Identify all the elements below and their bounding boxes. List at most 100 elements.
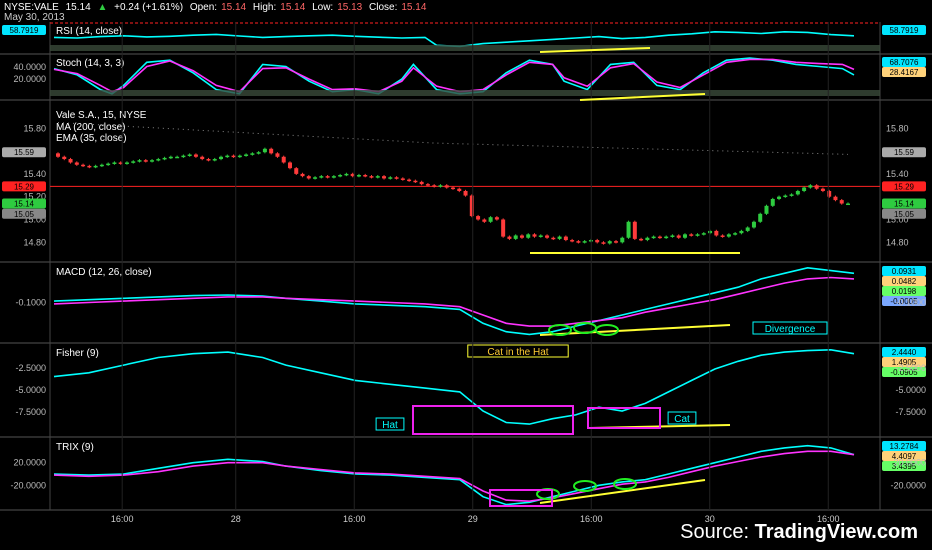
- candle-body: [545, 235, 550, 238]
- candle-body: [557, 236, 562, 239]
- candle-body: [287, 162, 292, 169]
- fisher-tick-label-right: -5.0000: [895, 385, 926, 395]
- stoch-title: Stoch (14, 3, 3): [56, 58, 124, 69]
- macd-title: MACD (12, 26, close): [56, 267, 152, 278]
- candle-body: [783, 195, 788, 198]
- candle-body: [494, 217, 499, 220]
- candle-body: [137, 160, 142, 162]
- rsi-band: [50, 45, 880, 51]
- candle-body: [720, 235, 725, 237]
- macd-right-badge: 0.0198: [892, 287, 917, 296]
- trix-tick-label-right: 20.0000: [893, 458, 926, 468]
- candle-body: [112, 162, 117, 164]
- annotation-label: Hat: [382, 420, 398, 431]
- candle-body: [538, 235, 543, 237]
- fisher-tick-label: -5.0000: [15, 385, 46, 395]
- candle-body: [81, 164, 86, 167]
- candle-body: [563, 236, 568, 241]
- open-label: Open:: [189, 2, 218, 13]
- candle-body: [639, 238, 644, 241]
- candle-body: [651, 236, 656, 239]
- chart-area: RSI (14, close) 58.7919 58.7919 Stoch (14, …: [0, 22, 932, 524]
- candle-body: [156, 159, 161, 161]
- price-tick-label: 15.80: [23, 123, 46, 133]
- candle-body: [432, 185, 437, 187]
- candle-body: [388, 177, 393, 179]
- candle-body: [519, 235, 524, 238]
- stoch-tick-label: 20.0000: [13, 74, 46, 84]
- candle-body: [131, 161, 136, 163]
- watermark: Source: TradingView.com: [680, 521, 918, 544]
- price-tick-label: 15.40: [23, 169, 46, 179]
- trix-series-line: [53, 444, 855, 506]
- symbol-header: NYSE:VALE 15.14 ▲ +0.24 (+1.61%) Open: 15…: [4, 2, 430, 13]
- candle-body: [193, 154, 198, 157]
- candle-body: [212, 159, 217, 161]
- candle-body: [820, 188, 825, 191]
- candle-body: [400, 178, 405, 180]
- candle-body: [281, 156, 286, 163]
- trix-tick-label-right: -20.0000: [890, 480, 926, 490]
- candle-body: [789, 194, 794, 196]
- candle-body: [551, 237, 556, 240]
- candle-body: [231, 155, 236, 158]
- indicator-label: EMA (35, close): [56, 133, 127, 144]
- candle-body: [570, 240, 575, 242]
- macd-tick-label-right: -0.1000: [895, 298, 926, 308]
- candle-body: [106, 163, 111, 166]
- candle-body: [482, 219, 487, 222]
- candle-body: [181, 155, 186, 158]
- macd-right-badge: 0.0931: [892, 267, 917, 276]
- candle-body: [670, 235, 675, 237]
- candle-body: [846, 203, 850, 206]
- candle-body: [770, 198, 775, 206]
- candle-body: [237, 155, 242, 158]
- candle-body: [331, 176, 336, 178]
- candle-body: [777, 196, 782, 199]
- candle-body: [250, 153, 255, 155]
- price-left-badge: 15.14: [14, 200, 35, 209]
- macd-tick-label: -0.1000: [15, 298, 46, 308]
- candle-body: [507, 236, 512, 239]
- candle-body: [532, 234, 537, 237]
- candle-body: [444, 185, 449, 188]
- candle-body: [407, 179, 412, 182]
- candle-body: [701, 233, 706, 235]
- candle-body: [632, 221, 637, 239]
- price-tick-label-right: 14.80: [886, 237, 909, 247]
- candle-body: [689, 234, 694, 236]
- candle-body: [93, 165, 98, 168]
- candle-body: [839, 200, 844, 204]
- candle-body: [143, 160, 148, 162]
- rsi-right-badge: 58.7919: [890, 26, 919, 35]
- candle-body: [451, 187, 455, 190]
- price-left-badge: 15.59: [14, 148, 35, 157]
- candle-body: [626, 221, 631, 238]
- candle-body: [751, 221, 756, 228]
- stoch-right-badge: 28.4167: [890, 68, 919, 77]
- candle-body: [614, 241, 619, 243]
- candle-body: [513, 235, 518, 239]
- candle-body: [344, 173, 349, 176]
- candle-body: [682, 234, 687, 238]
- candle-body: [206, 159, 211, 161]
- macd-right-badge: 0.0482: [892, 277, 917, 286]
- candle-body: [68, 159, 73, 163]
- stoch-series-line: [53, 58, 855, 93]
- candle-body: [733, 233, 738, 235]
- price-left-badge: 15.05: [14, 210, 35, 219]
- candle-body: [676, 235, 681, 238]
- candle-body: [325, 176, 330, 178]
- candle-body: [802, 187, 807, 191]
- stoch-right-badge: 68.7076: [890, 58, 919, 67]
- price-tick-label: 14.80: [23, 237, 46, 247]
- trix-tick-label: -20.0000: [10, 480, 46, 490]
- candle-body: [601, 242, 606, 244]
- annotation-label: Cat in the Hat: [487, 347, 548, 358]
- candle-body: [394, 177, 399, 179]
- candle-body: [294, 168, 299, 174]
- close-label: Close:: [369, 2, 398, 13]
- trix-tick-label: 20.0000: [13, 458, 46, 468]
- price-right-badge: 15.05: [894, 210, 915, 219]
- circle-annotation: [595, 324, 619, 336]
